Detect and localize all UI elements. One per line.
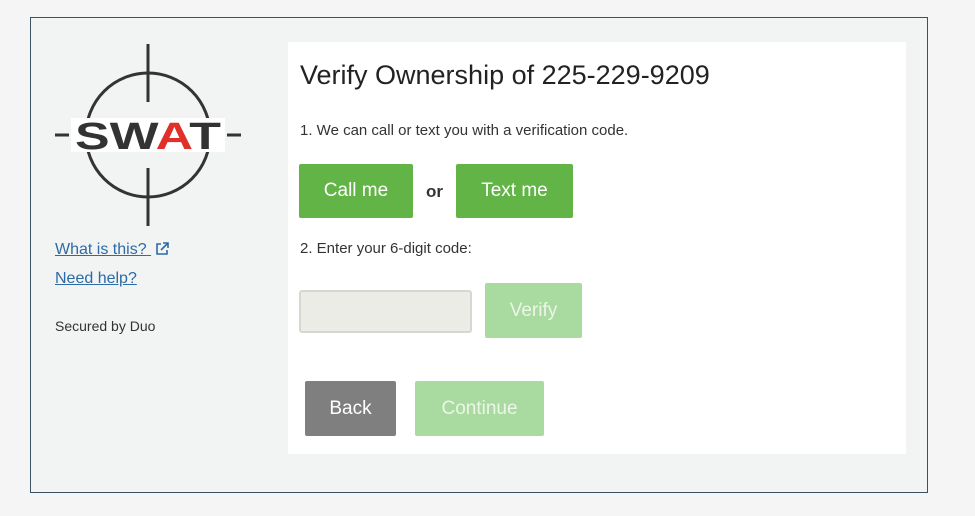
- call-me-button[interactable]: Call me: [299, 164, 413, 218]
- auth-frame: SW A T What is this? Need help? Secured by…: [30, 17, 928, 493]
- need-help-link[interactable]: Need help?: [55, 270, 137, 288]
- continue-button[interactable]: Continue: [415, 381, 544, 436]
- verify-panel: Verify Ownership of 225-229-9209 1. We c…: [288, 42, 906, 454]
- step2-instruction: 2. Enter your 6-digit code:: [300, 240, 472, 257]
- what-is-this-link[interactable]: What is this?: [55, 241, 169, 261]
- step1-instruction: 1. We can call or text you with a verifi…: [300, 122, 629, 139]
- verify-button[interactable]: Verify: [485, 283, 582, 338]
- crosshair-icon: SW A T: [55, 44, 241, 226]
- secured-by-text: Secured by Duo: [55, 318, 156, 334]
- svg-text:SWAT: SW A T: [75, 116, 221, 158]
- or-separator: or: [426, 182, 443, 201]
- back-button[interactable]: Back: [305, 381, 396, 436]
- sidebar: SW A T What is this? Need help? Secured by…: [31, 18, 286, 492]
- text-me-button[interactable]: Text me: [456, 164, 573, 218]
- what-is-this-label: What is this?: [55, 241, 147, 258]
- external-link-icon: [155, 242, 169, 261]
- swat-logo: SW A T: [53, 42, 243, 228]
- verification-code-input[interactable]: [299, 290, 472, 333]
- page-title: Verify Ownership of 225-229-9209: [300, 60, 710, 90]
